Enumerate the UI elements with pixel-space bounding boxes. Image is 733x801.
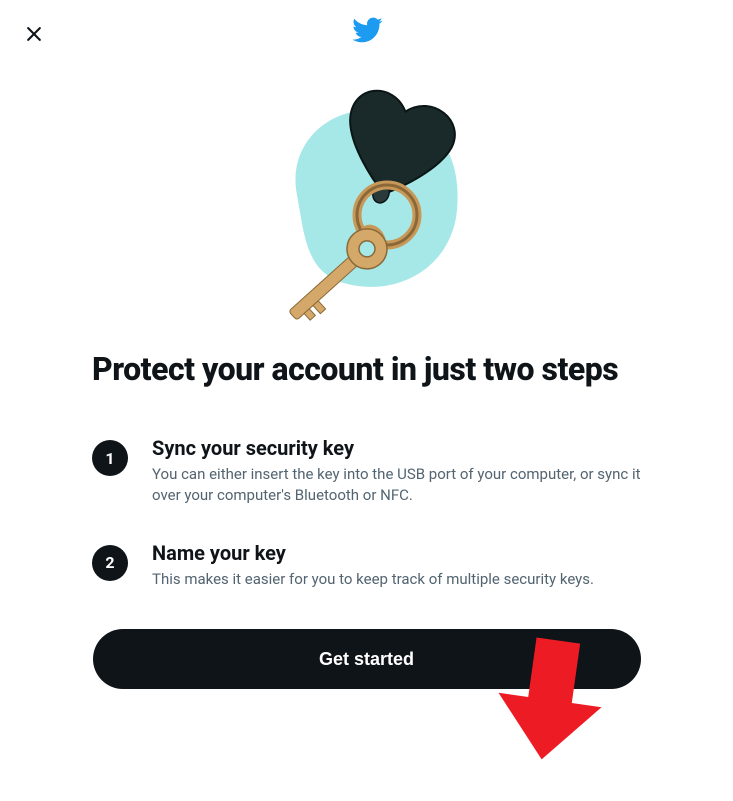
twitter-bird-icon: [351, 14, 383, 46]
step-item: 1 Sync your security key You can either …: [92, 436, 641, 505]
main-content: Protect your account in just two steps 1…: [0, 0, 733, 689]
step-number-badge: 1: [92, 440, 128, 476]
security-key-illustration: [92, 60, 641, 330]
close-icon: [24, 24, 44, 44]
step-number-badge: 2: [92, 545, 128, 581]
get-started-button[interactable]: Get started: [93, 629, 641, 689]
key-heart-icon: [237, 65, 497, 325]
twitter-logo: [351, 14, 383, 50]
step-title: Sync your security key: [152, 436, 641, 460]
step-content: Name your key This makes it easier for y…: [152, 541, 641, 589]
step-content: Sync your security key You can either in…: [152, 436, 641, 505]
close-button[interactable]: [16, 16, 52, 52]
step-item: 2 Name your key This makes it easier for…: [92, 541, 641, 589]
page-title: Protect your account in just two steps: [92, 350, 641, 388]
step-description: This makes it easier for you to keep tra…: [152, 569, 641, 589]
step-title: Name your key: [152, 541, 641, 565]
step-description: You can either insert the key into the U…: [152, 464, 641, 505]
